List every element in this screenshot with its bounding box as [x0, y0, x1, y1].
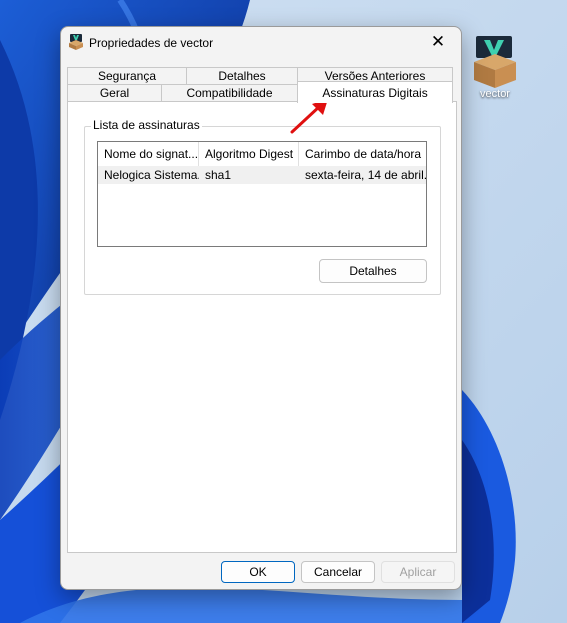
tab-label: Geral: [99, 86, 130, 100]
close-button[interactable]: ✕: [415, 27, 461, 57]
column-header-digest[interactable]: Algoritmo Digest: [199, 142, 299, 166]
tab-assinaturas-digitais[interactable]: Assinaturas Digitais: [297, 81, 453, 103]
ok-button[interactable]: OK: [221, 561, 295, 583]
tab-detalhes[interactable]: Detalhes: [186, 67, 298, 85]
tab-page-assinaturas: Lista de assinaturas Nome do signat... A…: [67, 101, 457, 553]
tab-compatibilidade[interactable]: Compatibilidade: [161, 84, 298, 102]
tab-geral[interactable]: Geral: [67, 84, 162, 102]
column-header-timestamp[interactable]: Carimbo de data/hora: [299, 142, 426, 166]
cancel-button[interactable]: Cancelar: [301, 561, 375, 583]
signature-list[interactable]: Nome do signat... Algoritmo Digest Carim…: [97, 141, 427, 247]
tab-label: Assinaturas Digitais: [322, 85, 428, 100]
app-icon: [69, 34, 83, 50]
column-header-signer[interactable]: Nome do signat...: [98, 142, 199, 166]
title-bar[interactable]: Propriedades de vector ✕: [61, 27, 461, 59]
tab-label: Segurança: [97, 69, 157, 83]
tab-seguranca[interactable]: Segurança: [67, 67, 187, 85]
desktop-icon-label: vector: [480, 88, 510, 100]
cell-digest: sha1: [205, 168, 232, 182]
window-title: Propriedades de vector: [89, 36, 214, 50]
details-button[interactable]: Detalhes: [319, 259, 427, 283]
desktop-icon-vector[interactable]: vector: [470, 36, 520, 106]
cell-signer: Nelogica Sistema...: [104, 168, 199, 182]
signature-list-group: Lista de assinaturas Nome do signat... A…: [84, 118, 441, 295]
apply-button[interactable]: Aplicar: [381, 561, 455, 583]
tab-label: Detalhes: [218, 69, 266, 83]
close-icon: ✕: [430, 32, 446, 51]
group-label: Lista de assinaturas: [91, 118, 202, 132]
table-row[interactable]: Nelogica Sistema... sha1 sexta-feira, 14…: [98, 166, 426, 184]
cell-timestamp: sexta-feira, 14 de abril...: [305, 168, 426, 182]
package-icon: [474, 36, 516, 88]
tab-label: Compatibilidade: [186, 86, 273, 100]
properties-dialog: Propriedades de vector ✕ Segurança Detal…: [60, 26, 462, 590]
